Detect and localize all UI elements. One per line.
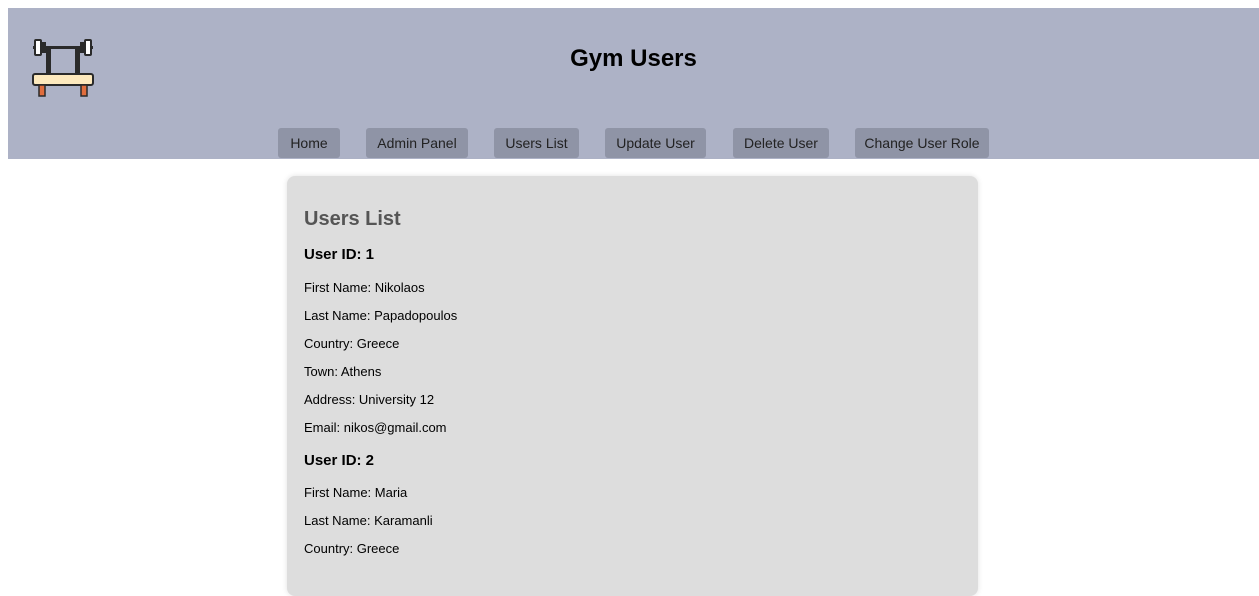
user-first-name: First Name: Maria — [304, 485, 408, 500]
nav-home-button[interactable]: Home — [278, 128, 340, 158]
user-id-heading: User ID: 2 — [304, 452, 375, 469]
nav-delete-user-button[interactable]: Delete User — [733, 128, 829, 158]
user-id-heading: User ID: 1 — [304, 246, 375, 263]
nav-change-user-role-button[interactable]: Change User Role — [855, 128, 989, 158]
user-town: Town: Athens — [304, 364, 382, 379]
nav-update-user-button[interactable]: Update User — [605, 128, 706, 158]
site-header: Gym Users Home Admin Panel Users List Up… — [8, 8, 1259, 159]
nav-users-list-button[interactable]: Users List — [494, 128, 579, 158]
panel-title: Users List — [304, 208, 401, 230]
user-email: Email: nikos@gmail.com — [304, 420, 447, 435]
user-first-name: First Name: Nikolaos — [304, 280, 425, 295]
users-list-panel: Users List User ID: 1 First Name: Nikola… — [287, 176, 978, 596]
user-address: Address: University 12 — [304, 392, 435, 407]
user-last-name: Last Name: Karamanli — [304, 513, 433, 528]
page-title: Gym Users — [570, 45, 697, 72]
user-country: Country: Greece — [304, 336, 400, 351]
user-country: Country: Greece — [304, 541, 400, 556]
nav-admin-panel-button[interactable]: Admin Panel — [366, 128, 468, 158]
main-nav: Home Admin Panel Users List Update User … — [8, 128, 1259, 158]
user-last-name: Last Name: Papadopoulos — [304, 308, 458, 323]
